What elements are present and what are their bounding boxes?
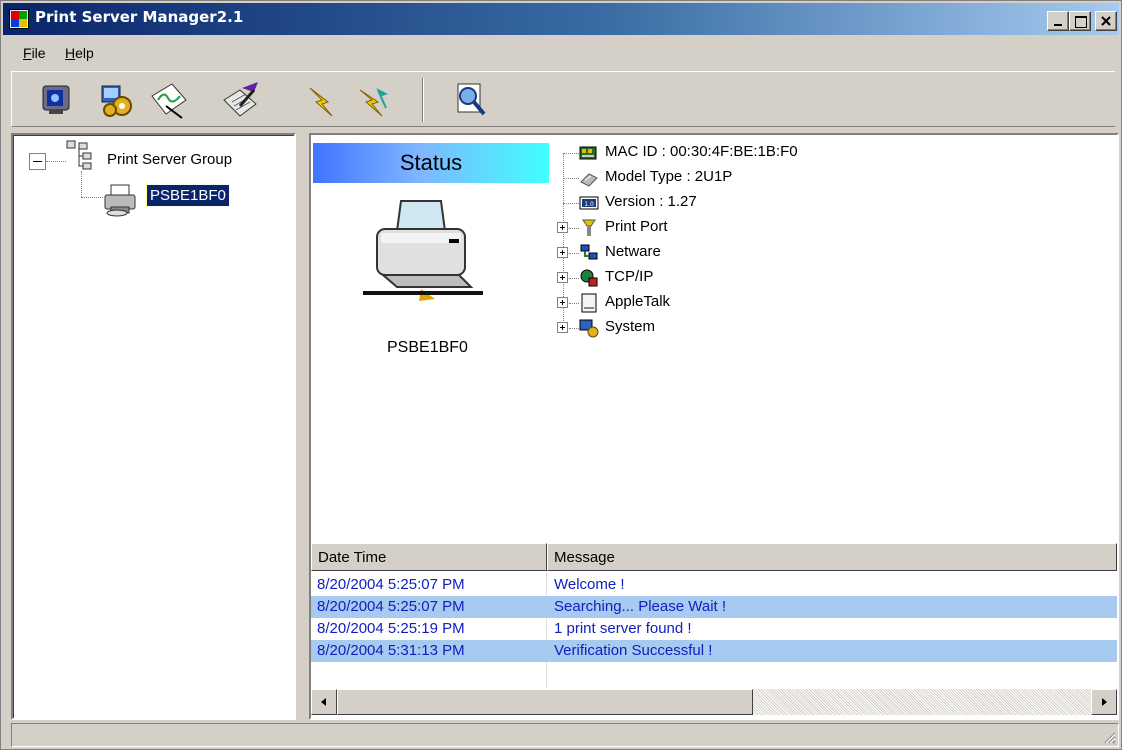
log-message: Searching... Please Wait ! [554, 598, 727, 615]
toolbar-settings-button[interactable] [94, 78, 138, 122]
server-tree-panel[interactable]: Print Server Group PSBE1BF0 [11, 133, 296, 720]
expand-netware[interactable] [557, 247, 568, 258]
panel-splitter[interactable] [299, 133, 305, 720]
log-datetime: 8/20/2004 5:31:13 PM [317, 642, 465, 659]
toolbar-search-button[interactable] [448, 78, 492, 122]
toolbar [11, 71, 1115, 127]
close-button[interactable] [1095, 11, 1117, 31]
network-card-icon [579, 146, 597, 160]
edit-notepad-icon [223, 82, 258, 117]
toolbar-separator [422, 78, 424, 122]
tree-line [569, 253, 579, 254]
toolbar-lightning-button[interactable] [300, 78, 344, 122]
monitor-icon [42, 85, 70, 114]
prop-print-port[interactable]: Print Port [605, 218, 668, 235]
expand-appletalk[interactable] [557, 297, 568, 308]
menu-help-accel: H [65, 45, 76, 61]
log-row[interactable]: 8/20/2004 5:25:07 PM Welcome ! [311, 574, 1117, 596]
version-icon: 1.0 [579, 196, 599, 210]
log-row[interactable]: 8/20/2004 5:31:13 PM Verification Succes… [311, 640, 1117, 662]
search-document-icon [457, 83, 486, 116]
log-row[interactable]: 8/20/2004 5:25:07 PM Searching... Please… [311, 596, 1117, 618]
expand-print-port[interactable] [557, 222, 568, 233]
system-icon [579, 319, 599, 338]
log-datetime: 8/20/2004 5:25:19 PM [317, 620, 465, 637]
tree-line [563, 203, 579, 204]
expand-tcpip[interactable] [557, 272, 568, 283]
print-port-icon [582, 219, 596, 236]
minimize-button[interactable] [1047, 11, 1069, 31]
menu-help-label: elp [75, 45, 94, 61]
main-window: Print Server Manager2.1 File Help Print … [0, 0, 1122, 750]
app-icon [9, 9, 29, 29]
tree-line [569, 228, 579, 229]
menu-help[interactable]: Help [65, 45, 94, 61]
lightning-arrow-icon [359, 88, 388, 117]
printer-name-label: PSBE1BF0 [387, 339, 468, 356]
graph-document-icon [151, 83, 187, 119]
tree-line [569, 278, 579, 279]
menu-file[interactable]: File [23, 45, 46, 61]
log-message: Welcome ! [554, 576, 625, 593]
title-bar[interactable]: Print Server Manager2.1 [3, 3, 1119, 35]
maximize-button[interactable] [1069, 11, 1091, 31]
status-bar [11, 723, 1119, 747]
tree-line [46, 161, 66, 162]
log-datetime: 8/20/2004 5:25:07 PM [317, 598, 465, 615]
model-icon [580, 173, 598, 187]
settings-gear-icon [101, 85, 132, 117]
tree-root-label[interactable]: Print Server Group [107, 151, 232, 168]
tree-line [569, 303, 579, 304]
svg-text:1.0: 1.0 [584, 201, 594, 208]
tree-line [563, 178, 579, 179]
log-row[interactable]: 8/20/2004 5:25:19 PM 1 print server foun… [311, 618, 1117, 640]
status-banner: Status [313, 143, 549, 183]
close-icon [1101, 16, 1111, 26]
netware-icon [580, 244, 598, 260]
server-group-icon [66, 140, 92, 170]
tcpip-icon [580, 269, 598, 287]
prop-system[interactable]: System [605, 318, 655, 335]
column-header-datetime[interactable]: Date Time [311, 543, 547, 571]
column-header-message[interactable]: Message [547, 543, 1117, 571]
log-list[interactable]: Date Time Message 8/20/2004 5:25:07 PM W… [309, 543, 1119, 720]
lightning-icon [309, 87, 333, 117]
tree-node-print-server[interactable]: PSBE1BF0 [146, 184, 230, 207]
window-title: Print Server Manager2.1 [35, 8, 244, 26]
arrow-left-icon [321, 698, 326, 706]
tree-line [563, 153, 579, 154]
scroll-thumb[interactable] [337, 689, 753, 715]
tree-line [81, 171, 82, 197]
menu-file-accel: F [23, 45, 32, 61]
scroll-right-button[interactable] [1091, 689, 1117, 715]
menu-bar: File Help [3, 37, 1119, 65]
print-server-icon [104, 184, 136, 217]
prop-mac-id: MAC ID : 00:30:4F:BE:1B:F0 [605, 143, 798, 160]
printer-large-icon [363, 200, 483, 301]
toolbar-edit-button[interactable] [218, 78, 262, 122]
appletalk-icon [581, 293, 597, 313]
tree-collapse-toggle[interactable] [29, 153, 46, 170]
toolbar-lightning-arrow-button[interactable] [352, 78, 396, 122]
prop-model-type: Model Type : 2U1P [605, 168, 733, 185]
scroll-left-button[interactable] [311, 689, 337, 715]
tree-line [569, 328, 579, 329]
toolbar-graph-button[interactable] [146, 78, 190, 122]
log-datetime: 8/20/2004 5:25:07 PM [317, 576, 465, 593]
tree-line [81, 197, 103, 198]
prop-netware[interactable]: Netware [605, 243, 661, 260]
menu-file-label: ile [31, 45, 46, 61]
toolbar-monitor-button[interactable] [34, 78, 78, 122]
horizontal-scrollbar[interactable] [311, 689, 1117, 715]
prop-version: Version : 1.27 [605, 193, 697, 210]
log-message: Verification Successful ! [554, 642, 713, 659]
resize-grip-icon[interactable] [1100, 728, 1116, 744]
expand-system[interactable] [557, 322, 568, 333]
log-message: 1 print server found ! [554, 620, 692, 637]
status-panel: Status PSBE1BF0 MAC ID : 00:30:4F:BE:1B:… [309, 133, 1119, 543]
prop-tcpip[interactable]: TCP/IP [605, 268, 653, 285]
arrow-right-icon [1102, 698, 1107, 706]
prop-appletalk[interactable]: AppleTalk [605, 293, 670, 310]
